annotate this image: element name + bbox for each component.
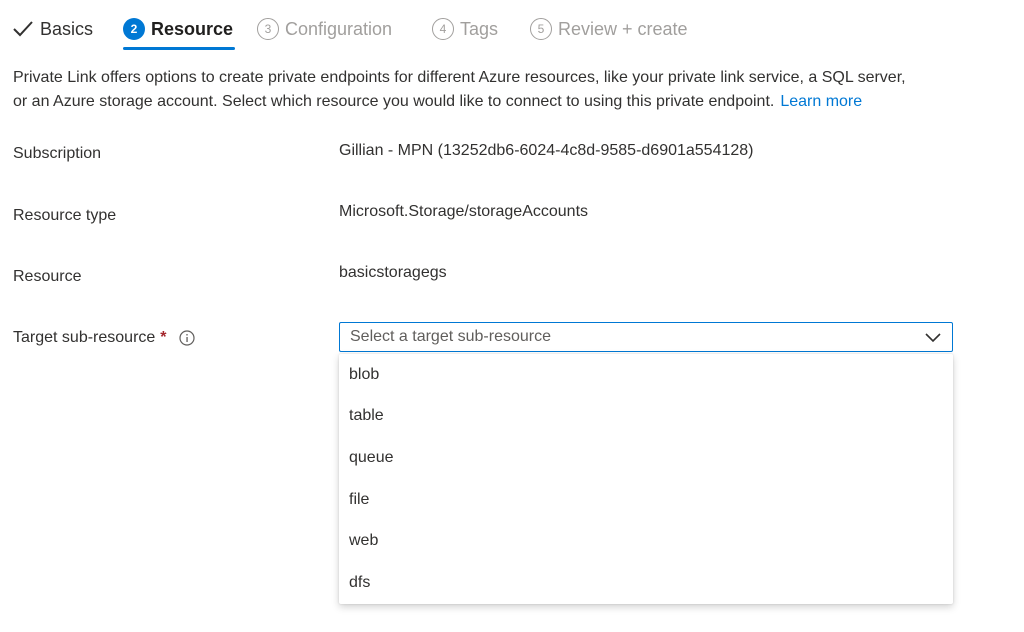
description-line-2: or an Azure storage account. Select whic… — [13, 90, 1013, 114]
option-queue[interactable]: queue — [339, 437, 953, 479]
tab-resource-label: Resource — [151, 19, 234, 39]
wizard-tabs: Basics 2 Resource 3 Configuration 4 Tags… — [0, 0, 1024, 56]
step-number-badge: 5 — [530, 18, 552, 40]
option-web[interactable]: web — [339, 520, 953, 562]
step-number-badge: 3 — [257, 18, 279, 40]
tab-review-create-label: Review + create — [558, 19, 688, 39]
option-file[interactable]: file — [339, 479, 953, 521]
tab-configuration[interactable]: 3 Configuration — [257, 14, 392, 50]
target-sub-resource-label: Target sub-resource — [13, 329, 156, 346]
subscription-label: Subscription — [13, 145, 102, 162]
step-number-badge: 2 — [123, 18, 145, 40]
subscription-value: Gillian - MPN (13252db6-6024-4c8d-9585-d… — [339, 142, 754, 159]
step-number-badge: 4 — [432, 18, 454, 40]
target-sub-resource-label-group: Target sub-resource * — [13, 329, 195, 347]
tab-resource[interactable]: 2 Resource — [123, 14, 236, 50]
create-private-endpoint-page: Basics 2 Resource 3 Configuration 4 Tags… — [0, 0, 1024, 632]
required-asterisk: * — [160, 329, 167, 346]
tab-tags-label: Tags — [460, 19, 499, 39]
dropdown-options-list: blob table queue file web dfs — [339, 354, 953, 604]
resource-label: Resource — [13, 268, 82, 285]
learn-more-link[interactable]: Learn more — [780, 93, 862, 110]
description-line-2-text: or an Azure storage account. Select whic… — [13, 93, 775, 110]
tab-basics[interactable]: Basics — [12, 14, 93, 50]
resource-type-label: Resource type — [13, 207, 117, 224]
chevron-down-icon — [924, 329, 942, 347]
resource-type-value: Microsoft.Storage/storageAccounts — [339, 203, 589, 220]
tab-basics-label: Basics — [40, 19, 94, 39]
checkmark-icon — [12, 14, 34, 44]
option-table[interactable]: table — [339, 396, 953, 438]
tab-tags[interactable]: 4 Tags — [432, 14, 498, 50]
description-text: Private Link offers options to create pr… — [13, 66, 1013, 114]
option-blob[interactable]: blob — [339, 354, 953, 396]
option-dfs[interactable]: dfs — [339, 562, 953, 604]
tab-review-create[interactable]: 5 Review + create — [530, 14, 688, 50]
tab-configuration-label: Configuration — [285, 19, 393, 39]
dropdown-placeholder: Select a target sub-resource — [350, 328, 551, 345]
description-line-1: Private Link offers options to create pr… — [13, 69, 906, 86]
target-sub-resource-dropdown[interactable]: Select a target sub-resource — [339, 322, 953, 352]
info-icon[interactable] — [178, 330, 195, 346]
resource-value: basicstoragegs — [339, 264, 447, 281]
